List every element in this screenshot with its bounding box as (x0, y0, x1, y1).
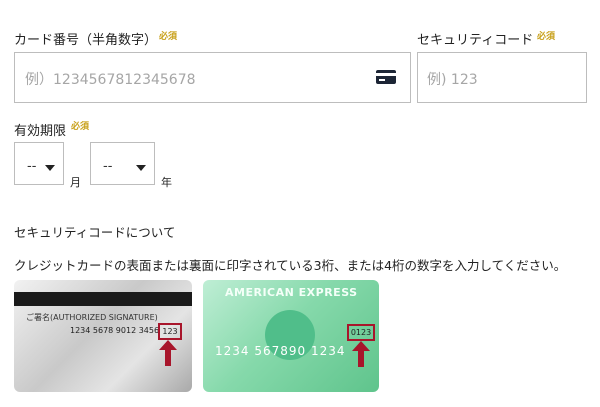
security-code-required-badge: 必須 (537, 32, 556, 42)
arrow-up-icon (159, 340, 177, 370)
expiry-year-select[interactable]: -- (90, 142, 155, 185)
year-unit: 年 (161, 176, 172, 189)
card-number-required-badge: 必須 (159, 32, 178, 42)
expiry-month-value: -- (27, 159, 37, 174)
card-back-code-highlight: 123 (158, 323, 182, 340)
card-number-placeholder: 例）1234567812345678 (25, 72, 196, 88)
card-front-illustration: AMERICAN EXPRESS 1234 567890 1234 0123 (203, 280, 379, 392)
credit-card-icon (375, 69, 397, 89)
card-back-number: 1234 5678 9012 3456 (70, 326, 160, 335)
signature-label: ご署名(AUTHORIZED SIGNATURE) (26, 313, 158, 322)
magnetic-stripe (14, 292, 192, 306)
security-code-description: クレジットカードの表面または裏面に印字されている3桁、または4桁の数字を入力して… (14, 258, 567, 273)
security-code-label: セキュリティコード (417, 33, 534, 48)
chevron-down-icon (136, 165, 146, 171)
card-number-label: カード番号（半角数字） (14, 33, 158, 48)
month-unit: 月 (70, 176, 81, 189)
expiry-year-value: -- (103, 159, 113, 174)
expiry-label: 有効期限 (14, 124, 67, 139)
card-back-illustration: ご署名(AUTHORIZED SIGNATURE) 1234 5678 9012… (14, 280, 192, 392)
card-front-code-highlight: 0123 (347, 324, 375, 341)
card-brand: AMERICAN EXPRESS (225, 286, 358, 299)
card-front-number: 1234 567890 1234 (215, 344, 346, 358)
chevron-down-icon (45, 165, 55, 171)
expiry-required-badge: 必須 (71, 122, 90, 132)
security-code-placeholder: 例) 123 (427, 72, 478, 88)
security-code-about-heading: セキュリティコードについて (14, 225, 176, 240)
card-number-input[interactable]: 例）1234567812345678 (14, 52, 411, 103)
security-code-input[interactable]: 例) 123 (417, 52, 587, 103)
arrow-up-icon (352, 341, 370, 371)
expiry-month-select[interactable]: -- (14, 142, 64, 185)
